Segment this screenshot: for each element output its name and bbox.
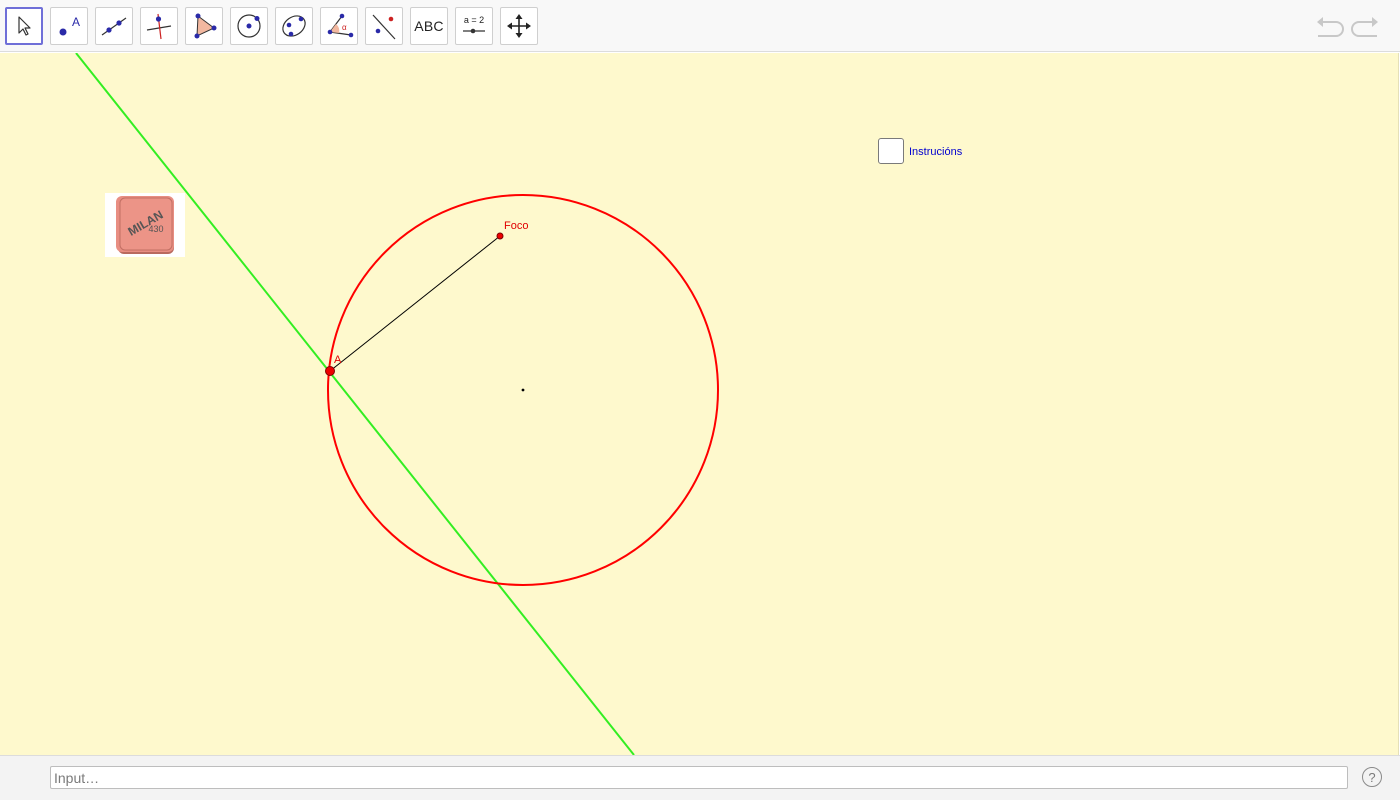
instructions-checkbox[interactable] — [878, 138, 904, 164]
circle-tool-button[interactable] — [230, 7, 268, 45]
point-tool-label: A — [72, 15, 80, 29]
conic-tool-button[interactable] — [275, 7, 313, 45]
slider-icon: a = 2 — [463, 15, 485, 34]
algebra-input-field[interactable] — [50, 766, 1348, 789]
segment-a-focus[interactable] — [329, 235, 501, 372]
help-button[interactable]: ? — [1362, 767, 1382, 787]
angle-icon: α — [327, 13, 354, 38]
perpendicular-line-tool-button[interactable] — [140, 7, 178, 45]
input-bar: ? — [0, 755, 1400, 800]
graphics-view[interactable]: A Foco MILAN 430 Instrucións — [0, 53, 1399, 755]
move-graphics-view-tool-button[interactable] — [500, 7, 538, 45]
point-a-label: A — [334, 354, 342, 366]
circle-center-point-icon — [237, 14, 261, 38]
polygon-tool-button[interactable] — [185, 7, 223, 45]
focus-label: Foco — [504, 220, 529, 232]
geometry-drawing — [75, 53, 719, 755]
slider-tool-button[interactable]: a = 2 — [455, 7, 493, 45]
help-icon: ? — [1368, 769, 1376, 785]
angle-tool-button[interactable]: α — [320, 7, 358, 45]
move-tool-button[interactable] — [5, 7, 43, 45]
eraser-icon: MILAN 430 — [116, 196, 174, 254]
ellipse-icon — [282, 15, 306, 37]
perpendicular-line-icon — [146, 13, 172, 40]
undo-icon — [1317, 17, 1344, 37]
text-tool-label: ABC — [414, 18, 444, 34]
cursor-arrow-icon — [18, 16, 31, 36]
point-a[interactable] — [325, 366, 335, 376]
text-tool-button[interactable]: ABC — [410, 7, 448, 45]
slider-tool-label: a = 2 — [464, 15, 484, 25]
line-tool-button[interactable] — [95, 7, 133, 45]
instructions-checkbox-label[interactable]: Instrucións — [909, 146, 962, 158]
circle-center-point[interactable] — [521, 388, 525, 392]
move-arrows-icon — [507, 14, 531, 38]
undo-button[interactable] — [1314, 12, 1344, 42]
reflect-about-line-icon — [372, 14, 396, 40]
redo-button[interactable] — [1351, 12, 1381, 42]
eraser-model-text: 430 — [148, 224, 163, 234]
line-through-two-points-icon — [101, 17, 127, 36]
polygon-icon — [194, 13, 217, 39]
toolbar: A α ABC a = 2 — [0, 0, 1400, 52]
eraser-image[interactable]: MILAN 430 — [105, 193, 185, 257]
redo-icon — [1351, 17, 1378, 37]
reflect-tool-button[interactable] — [365, 7, 403, 45]
point-tool-button[interactable]: A — [50, 7, 88, 45]
point-icon: A — [59, 15, 80, 36]
focus-point[interactable] — [496, 232, 504, 240]
tangent-line[interactable] — [75, 53, 635, 755]
angle-tool-label: α — [342, 23, 347, 32]
